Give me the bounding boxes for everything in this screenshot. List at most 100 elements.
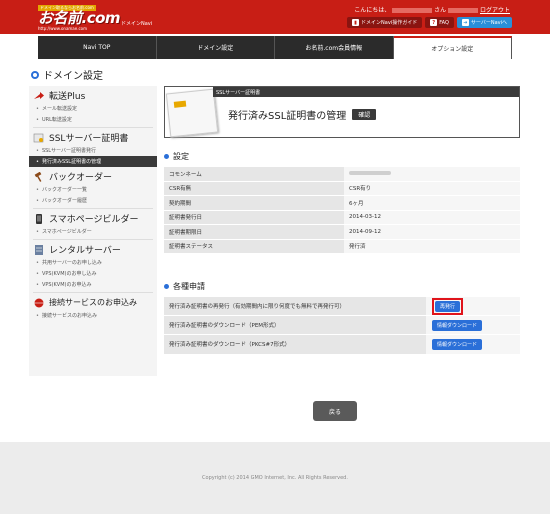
masked-username [392,8,433,13]
greeting-text: こんにちは、 [354,7,391,14]
globe-icon [34,298,44,307]
guide-button-label: ドメインNavi操作ガイド [361,20,418,26]
row-action: 情報ダウンロード [426,334,520,354]
logout-link[interactable]: ログアウト [480,7,510,14]
sidebar-item-vps-kvm[interactable]: VPS(KVM)のお申し込み [33,268,153,279]
sidebar-section-connect: 接続サービスのお申込み 接続サービスのお申込み [29,293,157,321]
sidebar-item-vps-kvm-apply[interactable]: VPS(KVM)のお申込み [33,279,153,290]
faq-button[interactable]: ? FAQ [425,17,454,28]
sidebar-section-smartphone: スマホページビルダー スマホページビルダー [29,209,157,240]
main-nav: Navi TOP ドメイン設定 お名前.com会員情報 オプション設定 [38,36,512,59]
sidebar-heading-label: 接続サービスのお申込み [49,298,137,307]
applications-heading: 各種申請 [164,281,205,292]
reissue-highlight: 再発行 [432,297,464,315]
sidebar-heading-label: 転送Plus [49,92,86,102]
bullet-icon [164,154,169,159]
tab-member-info[interactable]: お名前.com会員情報 [275,36,394,59]
gavel-icon [34,171,42,182]
table-row: 契約期間 6ヶ月 [164,195,520,211]
book-icon: ▮ [352,19,360,26]
sidebar-heading-label: バックオーダー [49,173,113,183]
sidebar-heading-connect[interactable]: 接続サービスのお申込み [33,295,153,310]
row-value: 2014-09-12 [344,224,520,240]
page-title-text: ドメイン設定 [43,71,103,82]
tab-domain-settings[interactable]: ドメイン設定 [157,36,275,59]
row-label: 発行済み証明書のダウンロード（PEM形式） [164,315,426,335]
sidebar-item-smartphone-builder[interactable]: スマホページビルダー [33,226,153,237]
certificate-icon [33,133,44,142]
sidebar-heading-smartphone[interactable]: スマホページビルダー [33,211,153,226]
server-icon [35,244,43,255]
row-value [344,166,520,182]
arrow-icon: ➜ [461,19,469,26]
table-row: 証明書ステータス 発行済 [164,238,520,254]
table-row: 発行済み証明書のダウンロード（PEM形式） 情報ダウンロード [164,315,520,335]
sidebar-item-connect-apply[interactable]: 接続サービスのお申込み [33,310,153,321]
table-row: 発行済み証明書のダウンロード（PKCS#7形式） 情報ダウンロード [164,334,520,354]
sidebar-heading-forward[interactable]: 転送Plus [33,88,153,103]
sidebar-heading-backorder[interactable]: バックオーダー [33,169,153,184]
tab-navi-top[interactable]: Navi TOP [38,36,157,59]
row-value: CSR有り [344,180,520,196]
download-pem-button[interactable]: 情報ダウンロード [432,319,483,331]
row-label: 発行済み証明書の再発行（有効期間内に限り何度でも無料で再発行可） [164,296,426,316]
sidebar-heading-ssl[interactable]: SSLサーバー証明書 [33,130,153,145]
bullet-icon [164,284,169,289]
row-key: 証明書期限日 [164,224,344,240]
copyright-text: Copyright (c) 2014 GMO Internet, Inc. Al… [202,475,348,481]
smartphone-icon [36,213,42,224]
ssl-box-title-text: 発行済みSSL証明書の管理 [228,111,347,122]
reissue-button[interactable]: 再発行 [435,300,461,312]
site-header: ドメイン取るならお名前.com お名前.com http://www.onama… [0,0,550,34]
row-value: 発行済 [344,238,520,254]
back-button[interactable]: 戻る [313,401,357,421]
sidebar-section-backorder: バックオーダー バックオーダー一覧 バックオーダー履歴 [29,167,157,209]
confirm-badge: 確認 [352,109,377,120]
sidebar-heading-label: SSLサーバー証明書 [49,134,129,144]
site-logo[interactable]: ドメイン取るならお名前.com お名前.com http://www.onama… [38,4,121,31]
table-row: 発行済み証明書の再発行（有効期間内に限り何度でも無料で再発行可） 再発行 [164,296,520,316]
sidebar-item-shared-server[interactable]: 共用サーバーのお申し込み [33,257,153,268]
page-title: ドメイン設定 [31,67,103,82]
ssl-box-bar: SSLサーバー証明書 [213,87,519,97]
tab-option-settings[interactable]: オプション設定 [393,36,512,59]
server-navi-button[interactable]: ➜ サーバーNaviへ [456,17,512,28]
sidebar: 転送Plus メール転送設定 URL転送設定 SSLサーバー証明書 SSLサーバ… [29,86,157,376]
logo-wordmark: お名前.com [38,9,121,27]
header-buttons: ▮ ドメインNavi操作ガイド ? FAQ ➜ サーバーNaviへ [347,17,512,28]
arrow-icon [34,91,44,99]
circle-icon [31,70,39,79]
user-greeting: こんにちは、 さん ログアウト [354,5,510,14]
certificate-thumbnail [165,88,219,138]
sidebar-heading-label: スマホページビルダー [49,215,139,225]
applications-heading-text: 各種申請 [173,282,205,291]
sidebar-heading-server[interactable]: レンタルサーバー [33,242,153,257]
row-key: 証明書発行日 [164,209,344,225]
logo-subtitle: ドメインNavi [121,21,153,27]
row-key: 契約期間 [164,195,344,211]
sidebar-item-ssl-manage[interactable]: 発行済みSSL証明書の管理 [29,156,157,167]
applications-table: 発行済み証明書の再発行（有効期間内に限り何度でも無料で再発行可） 再発行 発行済… [164,296,520,354]
sidebar-item-backorder-list[interactable]: バックオーダー一覧 [33,184,153,195]
masked-userid [448,8,479,13]
settings-heading: 設定 [164,151,189,162]
row-key: CSR有無 [164,180,344,196]
sidebar-item-mail-forward[interactable]: メール転送設定 [33,103,153,114]
server-navi-button-label: サーバーNaviへ [470,20,507,26]
ssl-box-title: 発行済みSSL証明書の管理 確認 [228,107,377,122]
sidebar-heading-label: レンタルサーバー [49,246,121,256]
table-row: CSR有無 CSR有り [164,180,520,196]
sidebar-section-ssl: SSLサーバー証明書 SSLサーバー証明書発行 発行済みSSL証明書の管理 [29,128,157,167]
table-row: 証明書期限日 2014-09-12 [164,224,520,240]
settings-heading-text: 設定 [173,152,189,161]
download-pkcs7-button[interactable]: 情報ダウンロード [432,338,483,350]
sidebar-item-ssl-issue[interactable]: SSLサーバー証明書発行 [33,145,153,156]
guide-button[interactable]: ▮ ドメインNavi操作ガイド [347,17,423,28]
sidebar-item-backorder-history[interactable]: バックオーダー履歴 [33,195,153,206]
masked-common-name [349,170,391,175]
ssl-header-box: SSLサーバー証明書 発行済みSSL証明書の管理 確認 [164,86,520,138]
sidebar-section-server: レンタルサーバー 共用サーバーのお申し込み VPS(KVM)のお申し込み VPS… [29,240,157,293]
row-key: コモンネーム [164,166,344,182]
sidebar-item-url-forward[interactable]: URL転送設定 [33,114,153,125]
row-action: 再発行 [426,296,520,316]
